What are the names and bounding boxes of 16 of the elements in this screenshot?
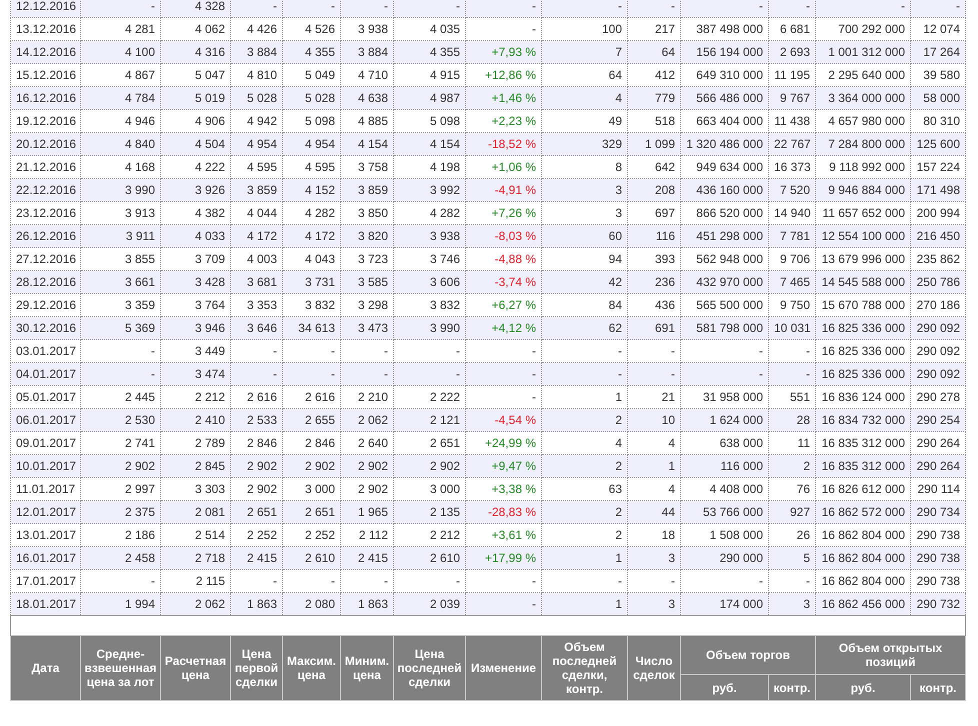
- column-header: руб.: [816, 674, 910, 700]
- column-header: Цена последней сделки: [394, 636, 466, 700]
- column-header: Расчетная цена: [160, 636, 230, 700]
- column-header: Объем последней сделки, контр.: [542, 636, 628, 700]
- column-header: Дата: [10, 636, 80, 700]
- column-header: руб.: [680, 674, 768, 700]
- column-header: контр.: [910, 674, 966, 700]
- column-header: Изменение: [466, 636, 542, 700]
- column-group-header: Объем открытых позиций: [816, 636, 966, 674]
- column-header: Максим. цена: [282, 636, 340, 700]
- column-header: Цена первой сделки: [230, 636, 282, 700]
- column-group-header: Объем торгов: [680, 636, 816, 674]
- column-header: Средне-взвешенная цена за лот: [80, 636, 160, 700]
- column-header: Миним. цена: [340, 636, 394, 700]
- column-header: Число сделок: [628, 636, 680, 700]
- column-header: контр.: [768, 674, 816, 700]
